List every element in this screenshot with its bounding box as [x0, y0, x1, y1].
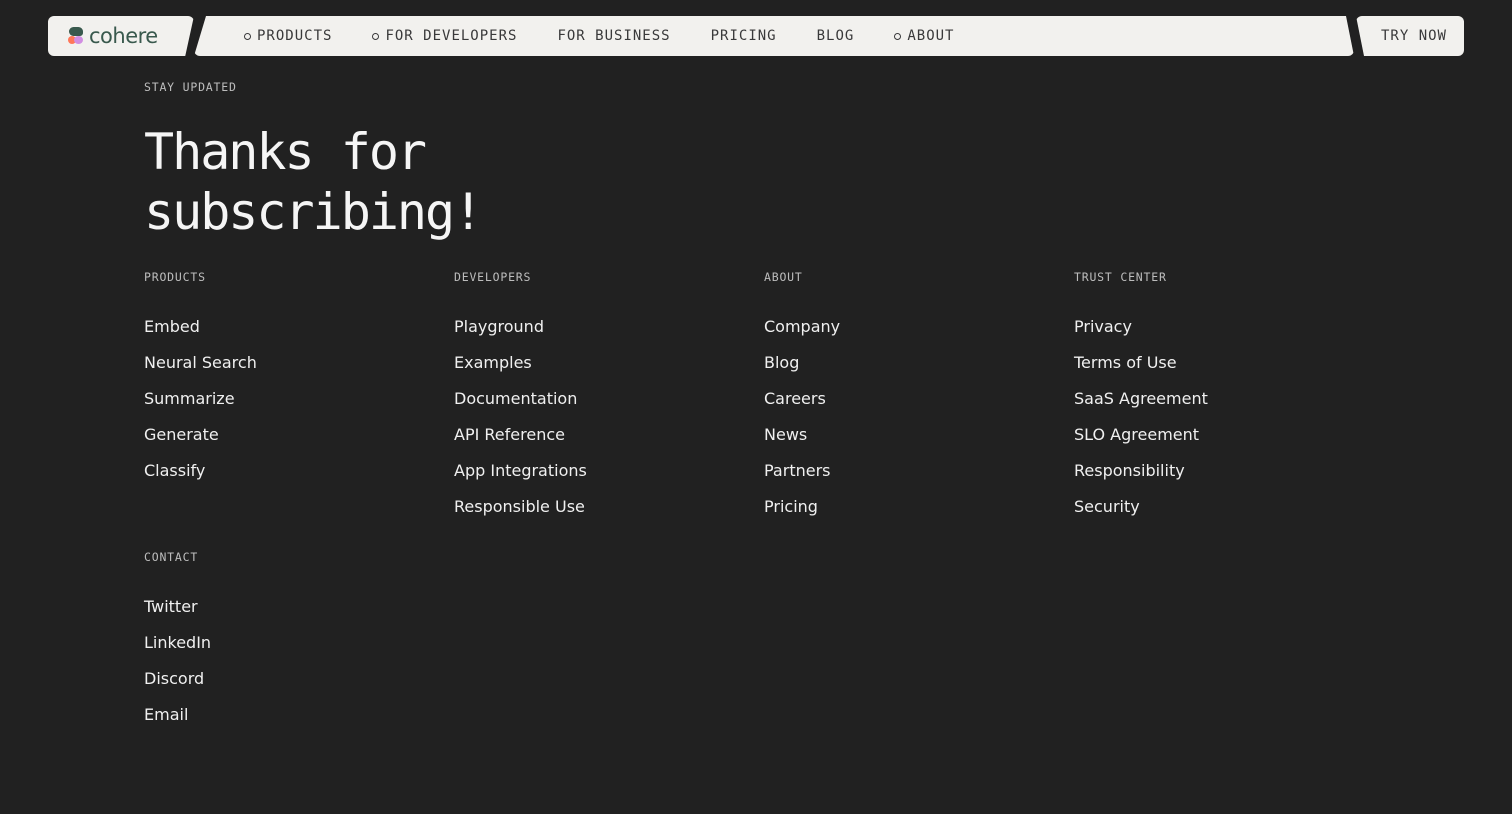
footer-column-products: PRODUCTS Embed Neural Search Summarize G…: [144, 269, 424, 489]
column-title: PRODUCTS: [144, 270, 206, 284]
footer-link-email[interactable]: Email: [144, 697, 424, 733]
footer-link-app-integrations[interactable]: App Integrations: [454, 453, 734, 489]
try-now-button[interactable]: TRY NOW: [1356, 16, 1464, 56]
footer-link-linkedin[interactable]: LinkedIn: [144, 625, 424, 661]
headline-line-2: subscribing!: [144, 183, 483, 241]
footer-link-embed[interactable]: Embed: [144, 309, 424, 345]
nav-item-label: ABOUT: [907, 28, 955, 44]
footer-link-privacy[interactable]: Privacy: [1074, 309, 1354, 345]
logo-link[interactable]: cohere: [48, 16, 194, 56]
stay-updated-eyebrow: STAY UPDATED: [144, 80, 237, 94]
footer-link-blog[interactable]: Blog: [764, 345, 1044, 381]
footer-link-twitter[interactable]: Twitter: [144, 589, 424, 625]
footer-link-pricing[interactable]: Pricing: [764, 489, 1044, 525]
footer-column-contact: CONTACT Twitter LinkedIn Discord Email: [144, 549, 424, 733]
footer-link-slo-agreement[interactable]: SLO Agreement: [1074, 417, 1354, 453]
circle-outline-icon: [244, 33, 251, 40]
column-title: ABOUT: [764, 270, 803, 284]
footer-link-api-reference[interactable]: API Reference: [454, 417, 734, 453]
footer-link-summarize[interactable]: Summarize: [144, 381, 424, 417]
footer-column-trust-center: TRUST CENTER Privacy Terms of Use SaaS A…: [1074, 269, 1354, 525]
nav-item-label: PRICING: [710, 28, 777, 44]
nav-item-for-developers[interactable]: FOR DEVELOPERS: [372, 28, 517, 44]
cohere-logo-icon: [68, 27, 86, 45]
footer-link-responsible-use[interactable]: Responsible Use: [454, 489, 734, 525]
nav-item-label: PRODUCTS: [257, 28, 333, 44]
footer-link-terms-of-use[interactable]: Terms of Use: [1074, 345, 1354, 381]
footer-link-discord[interactable]: Discord: [144, 661, 424, 697]
nav-item-products[interactable]: PRODUCTS: [244, 28, 332, 44]
nav-item-blog[interactable]: BLOG: [817, 28, 855, 44]
footer-link-careers[interactable]: Careers: [764, 381, 1044, 417]
nav-item-label: BLOG: [816, 28, 855, 44]
column-title: TRUST CENTER: [1074, 270, 1167, 284]
page: cohere PRODUCTS FOR DEVELOPERS FOR BUSIN…: [0, 0, 1512, 814]
footer-link-examples[interactable]: Examples: [454, 345, 734, 381]
footer-link-company[interactable]: Company: [764, 309, 1044, 345]
footer-link-responsibility[interactable]: Responsibility: [1074, 453, 1354, 489]
footer-link-saas-agreement[interactable]: SaaS Agreement: [1074, 381, 1354, 417]
footer-column-developers: DEVELOPERS Playground Examples Documenta…: [454, 269, 734, 525]
footer-link-playground[interactable]: Playground: [454, 309, 734, 345]
footer-column-about: ABOUT Company Blog Careers News Partners…: [764, 269, 1044, 525]
circle-outline-icon: [894, 33, 901, 40]
nav-item-label: FOR BUSINESS: [557, 28, 671, 44]
nav-item-about[interactable]: ABOUT: [894, 28, 954, 44]
headline-line-1: Thanks for: [144, 123, 427, 181]
column-title: CONTACT: [144, 550, 199, 564]
nav-item-label: FOR DEVELOPERS: [385, 28, 518, 44]
footer-link-security[interactable]: Security: [1074, 489, 1354, 525]
page-title: Thanks for subscribing!: [144, 122, 624, 242]
top-nav: cohere PRODUCTS FOR DEVELOPERS FOR BUSIN…: [48, 16, 1464, 56]
footer-link-classify[interactable]: Classify: [144, 453, 424, 489]
footer-link-partners[interactable]: Partners: [764, 453, 1044, 489]
nav-links: PRODUCTS FOR DEVELOPERS FOR BUSINESS PRI…: [194, 16, 1354, 56]
column-title: DEVELOPERS: [454, 270, 532, 284]
footer-link-documentation[interactable]: Documentation: [454, 381, 734, 417]
nav-item-pricing[interactable]: PRICING: [711, 28, 777, 44]
footer-link-neural-search[interactable]: Neural Search: [144, 345, 424, 381]
footer-link-news[interactable]: News: [764, 417, 1044, 453]
logo-text: cohere: [89, 23, 158, 48]
footer-link-generate[interactable]: Generate: [144, 417, 424, 453]
circle-outline-icon: [372, 33, 379, 40]
nav-item-for-business[interactable]: FOR BUSINESS: [557, 28, 670, 44]
